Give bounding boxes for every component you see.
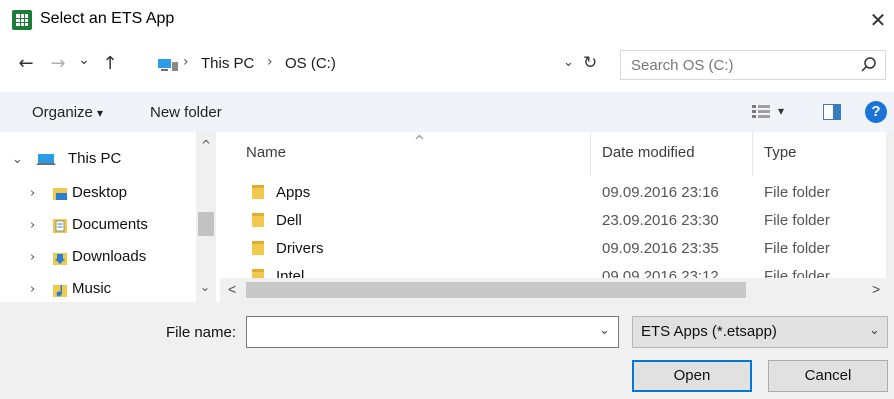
file-type: File folder: [764, 184, 830, 201]
folder-icon: [252, 269, 264, 278]
nav-item-desktop[interactable]: › Desktop: [0, 178, 195, 210]
column-divider[interactable]: [590, 132, 591, 176]
chevron-right-icon[interactable]: ›: [30, 186, 35, 201]
file-date: 09.09.2016 23:12: [602, 268, 719, 278]
navigation-pane: ⌄ This PC › Desktop › Documents › Downlo…: [0, 132, 220, 302]
pc-location-icon: [158, 59, 178, 71]
close-icon[interactable]: ✕: [866, 8, 890, 32]
file-name-dropdown-icon[interactable]: ⌄: [599, 323, 610, 338]
downloads-folder-icon: [53, 253, 67, 265]
file-name-input[interactable]: ⌄: [246, 316, 619, 348]
nav-scroll-thumb[interactable]: [198, 212, 214, 236]
dialog-footer: File name: ⌄ ETS Apps (*.etsapp) ⌄ Open …: [0, 302, 894, 399]
command-bar: Organize ▾ New folder ▾ ?: [0, 92, 894, 132]
nav-item-documents[interactable]: › Documents: [0, 210, 195, 242]
organize-label: Organize: [32, 104, 93, 121]
up-arrow-icon[interactable]: ↑: [98, 52, 122, 76]
help-icon[interactable]: ?: [865, 101, 887, 123]
file-type: File folder: [764, 212, 830, 229]
chevron-right-icon[interactable]: ›: [30, 250, 35, 265]
nav-label-desktop: Desktop: [72, 184, 128, 201]
file-name: Dell: [276, 212, 302, 229]
ets-app-icon: [12, 10, 32, 30]
nav-scrollbar[interactable]: ^ ⌄: [196, 132, 216, 302]
organize-button[interactable]: Organize ▾: [32, 104, 103, 121]
search-placeholder: Search OS (C:): [631, 57, 734, 74]
file-list-vertical-scrollbar[interactable]: [886, 132, 894, 278]
file-type-select[interactable]: ETS Apps (*.etsapp) ⌄: [632, 316, 888, 348]
file-type-value: ETS Apps (*.etsapp): [641, 323, 777, 340]
file-type: File folder: [764, 268, 830, 278]
file-list: ^ Name Date modified Type Apps 09.09.201…: [220, 132, 894, 278]
chevron-down-icon[interactable]: ⌄: [12, 152, 23, 167]
file-name: Drivers: [276, 240, 324, 257]
search-input[interactable]: Search OS (C:): [620, 50, 886, 80]
chevron-right-icon[interactable]: ›: [30, 218, 35, 233]
forward-arrow-icon[interactable]: →: [46, 52, 70, 76]
view-options-icon[interactable]: [752, 105, 770, 119]
breadcrumb-os-c[interactable]: OS (C:): [285, 55, 336, 72]
address-dropdown-icon[interactable]: ⌄: [563, 55, 574, 70]
recent-locations-chevron-icon[interactable]: ⌄: [74, 48, 94, 72]
column-header-date-modified[interactable]: Date modified: [602, 144, 695, 161]
crumb-separator: ›: [183, 54, 189, 70]
address-bar[interactable]: › This PC › OS (C:) ⌄ ↻: [152, 50, 610, 78]
desktop-folder-icon: [53, 188, 67, 200]
file-row[interactable]: Apps 09.09.2016 23:16 File folder: [220, 180, 884, 208]
folder-icon: [252, 185, 264, 199]
crumb-separator: ›: [267, 54, 273, 70]
file-name-label: File name:: [166, 324, 237, 341]
documents-folder-icon: [53, 219, 67, 233]
nav-label-music: Music: [72, 280, 112, 297]
file-name: Intel: [276, 268, 305, 278]
view-dropdown-icon[interactable]: ▾: [778, 104, 784, 118]
nav-label-documents: Documents: [72, 216, 148, 233]
refresh-icon[interactable]: ↻: [583, 53, 597, 73]
search-icon[interactable]: [859, 55, 879, 75]
pc-icon: [36, 154, 56, 165]
open-button[interactable]: Open: [632, 360, 752, 392]
file-type-dropdown-icon[interactable]: ⌄: [869, 323, 880, 338]
new-folder-button[interactable]: New folder: [150, 104, 222, 121]
file-row[interactable]: Intel 09.09.2016 23:12 File folder: [220, 264, 884, 278]
nav-label-this-pc: This PC: [68, 150, 122, 167]
column-header-type[interactable]: Type: [764, 144, 797, 161]
file-name: Apps: [276, 184, 311, 201]
file-list-horizontal-scrollbar[interactable]: < >: [220, 278, 894, 302]
file-date: 09.09.2016 23:35: [602, 240, 719, 257]
nav-item-this-pc[interactable]: ⌄ This PC: [0, 144, 195, 176]
preview-pane-icon[interactable]: [823, 104, 841, 120]
nav-item-downloads[interactable]: › Downloads: [0, 242, 195, 274]
caret-down-icon: ▾: [97, 106, 104, 120]
folder-icon: [252, 213, 264, 227]
music-folder-icon: [53, 285, 67, 297]
back-arrow-icon[interactable]: ←: [14, 52, 38, 76]
folder-icon: [252, 241, 264, 255]
breadcrumb-this-pc[interactable]: This PC: [201, 55, 254, 72]
scroll-right-icon[interactable]: >: [872, 281, 880, 297]
nav-label-downloads: Downloads: [72, 248, 147, 265]
scroll-left-icon[interactable]: <: [228, 281, 236, 297]
file-row[interactable]: Drivers 09.09.2016 23:35 File folder: [220, 236, 884, 264]
horizontal-scroll-thumb[interactable]: [246, 282, 746, 298]
title-bar: Select an ETS App ✕: [0, 0, 894, 40]
column-header-name[interactable]: Name: [246, 144, 286, 161]
cancel-button[interactable]: Cancel: [768, 360, 888, 392]
file-date: 09.09.2016 23:16: [602, 184, 719, 201]
column-divider[interactable]: [752, 132, 753, 176]
sort-indicator-icon: ^: [414, 134, 425, 149]
scroll-down-icon[interactable]: ⌄: [200, 280, 210, 294]
file-row[interactable]: Dell 23.09.2016 23:30 File folder: [220, 208, 884, 236]
file-date: 23.09.2016 23:30: [602, 212, 719, 229]
window-title: Select an ETS App: [40, 10, 175, 27]
scroll-up-icon[interactable]: ^: [201, 138, 211, 152]
chevron-right-icon[interactable]: ›: [30, 282, 35, 297]
file-type: File folder: [764, 240, 830, 257]
